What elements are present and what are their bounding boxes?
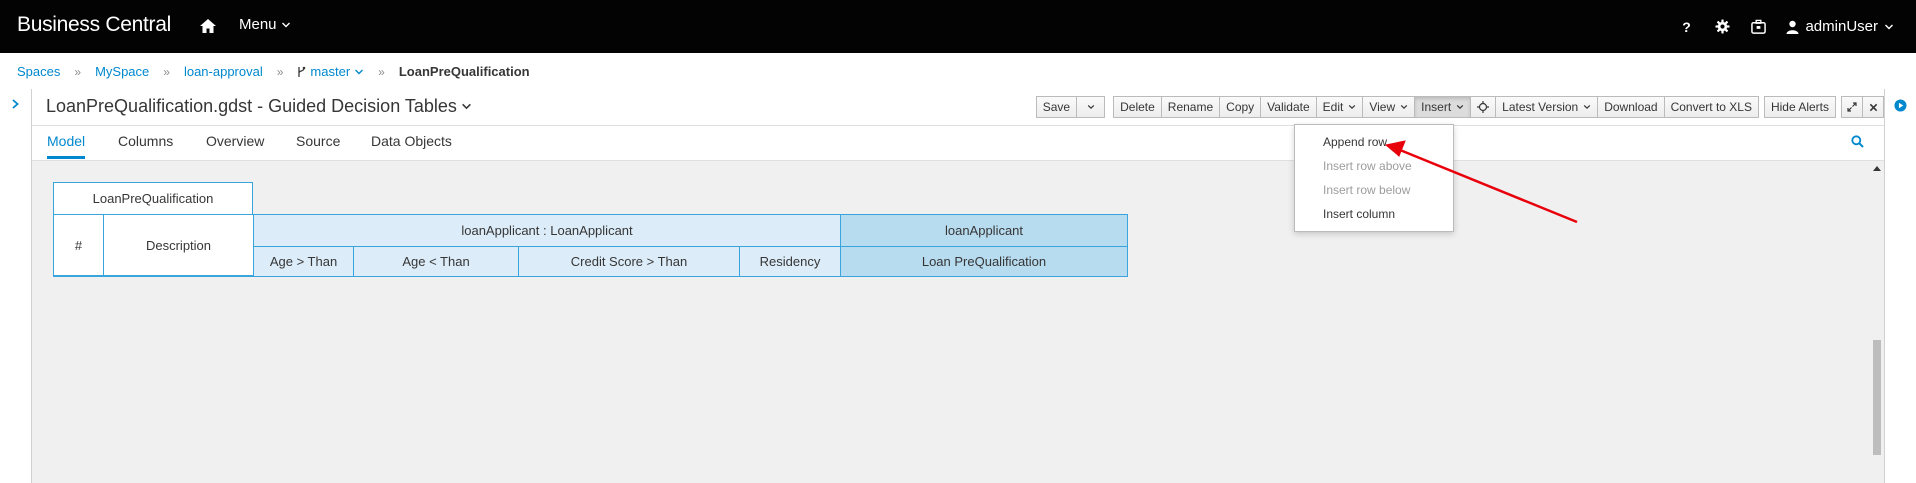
insert-label: Insert [1421,100,1452,114]
editor-header: LoanPreQualification.gdst - Guided Decis… [32,89,1884,126]
left-collapsed-panel [0,89,32,483]
condition-column-header[interactable]: Age < Than [354,247,519,276]
editor-tabs: Model Columns Overview Source Data Objec… [32,126,1884,161]
scrollbar-thumb[interactable] [1873,340,1881,455]
chevron-right-icon: » [74,64,82,79]
edit-label: Edit [1322,100,1344,114]
action-pattern-header[interactable]: loanApplicant [841,215,1127,246]
vertical-scrollbar[interactable] [1871,160,1883,483]
crosshairs-button[interactable] [1470,96,1497,118]
search-icon[interactable] [1851,135,1864,148]
breadcrumb: Spaces » MySpace » loan-approval » maste… [17,64,530,79]
save-options-button[interactable] [1076,96,1106,118]
breadcrumb-branch[interactable]: master [297,64,364,79]
top-navbar: Business Central Menu ? adminUser [0,0,1916,53]
view-label: View [1369,100,1396,114]
main-menu-dropdown[interactable]: Menu [239,16,291,33]
chevron-right-icon: » [163,64,170,79]
editor-title-dropdown[interactable]: LoanPreQualification.gdst - Guided Decis… [46,96,472,117]
close-icon [1869,103,1877,111]
tab-data-objects[interactable]: Data Objects [371,133,452,149]
save-button[interactable]: Save [1035,96,1078,118]
tab-model[interactable]: Model [47,133,86,159]
gear-glyph [1715,19,1730,34]
chevron-down-icon [1349,104,1356,110]
validate-button[interactable]: Validate [1260,96,1317,118]
tab-overview[interactable]: Overview [206,133,264,149]
latest-version-button[interactable]: Latest Version [1495,96,1599,118]
rename-button[interactable]: Rename [1160,96,1221,118]
edit-menu-button[interactable]: Edit [1315,96,1364,118]
chevron-down-icon [1885,24,1893,29]
app-brand[interactable]: Business Central [17,13,171,37]
briefcase-glyph [1751,19,1766,34]
gear-icon[interactable] [1704,0,1740,53]
view-menu-button[interactable]: View [1362,96,1416,118]
close-editor-button[interactable] [1862,96,1884,118]
chevron-right-icon: » [276,64,284,79]
breadcrumb-project[interactable]: loan-approval [184,64,263,79]
chevron-down-icon [355,69,364,74]
chevron-down-icon [462,103,471,110]
tab-source[interactable]: Source [296,133,340,149]
right-collapsed-panel [1884,89,1916,483]
breadcrumb-myspace[interactable]: MySpace [95,64,149,79]
top-right-controls: ? adminUser [1668,0,1916,53]
branch-name: master [310,64,351,79]
condition-column-header[interactable]: Age > Than [254,247,354,276]
home-icon[interactable] [198,16,218,36]
task-inbox-icon[interactable] [1740,0,1776,53]
chevron-down-icon [1087,104,1094,110]
expand-icon [1847,102,1857,112]
chevron-down-icon [281,22,290,27]
expand-panel-chevron-icon[interactable] [9,98,21,110]
convert-to-xls-button[interactable]: Convert to XLS [1663,96,1759,118]
condition-pattern-header[interactable]: loanApplicant : LoanApplicant [254,215,841,246]
description-header[interactable]: Description [104,215,254,276]
chevron-down-icon [1456,104,1464,110]
condition-column-header[interactable]: Residency [740,247,841,276]
append-row-menu-item[interactable]: Append row [1323,135,1387,149]
user-menu[interactable]: adminUser [1776,18,1916,35]
copy-button[interactable]: Copy [1219,96,1262,118]
download-button[interactable]: Download [1597,96,1665,118]
insert-dropdown-menu: Append row Insert row above Insert row b… [1294,124,1454,232]
decision-table-name-tab: LoanPreQualification [53,182,253,214]
chevron-down-icon [1583,104,1591,110]
tab-columns[interactable]: Columns [118,133,173,149]
maximize-button[interactable] [1841,96,1863,118]
crosshairs-icon [1477,101,1490,113]
editor-toolbar: Save Delete Rename Copy Validate Edit Vi… [1035,96,1884,118]
decision-table: # Description loanApplicant : LoanApplic… [53,214,1128,277]
insert-row-below-menu-item: Insert row below [1323,183,1411,197]
insert-menu-button[interactable]: Insert [1414,96,1472,118]
help-glyph: ? [1682,18,1691,35]
breadcrumb-bar: Spaces » MySpace » loan-approval » maste… [0,53,1916,90]
breadcrumb-current: LoanPreQualification [398,64,530,79]
editor-title: LoanPreQualification.gdst - Guided Decis… [46,96,457,116]
chevron-down-icon [1400,104,1408,110]
menu-label: Menu [239,16,277,33]
hide-alerts-button[interactable]: Hide Alerts [1763,96,1836,118]
help-icon[interactable]: ? [1668,0,1704,53]
condition-column-header[interactable]: Credit Score > Than [519,247,740,276]
action-column-header[interactable]: Loan PreQualification [841,247,1127,276]
latest-version-label: Latest Version [1502,100,1579,114]
row-number-header[interactable]: # [54,215,104,276]
chevron-right-icon: » [378,64,385,79]
delete-button[interactable]: Delete [1113,96,1162,118]
breadcrumb-spaces[interactable]: Spaces [17,64,60,79]
user-icon [1786,20,1799,34]
user-name: adminUser [1805,18,1878,35]
scroll-up-arrow-icon[interactable] [1873,165,1881,171]
play-circle-icon[interactable] [1894,99,1907,112]
insert-row-above-menu-item: Insert row above [1323,159,1412,173]
insert-column-menu-item[interactable]: Insert column [1323,207,1395,221]
branch-icon [298,66,306,77]
